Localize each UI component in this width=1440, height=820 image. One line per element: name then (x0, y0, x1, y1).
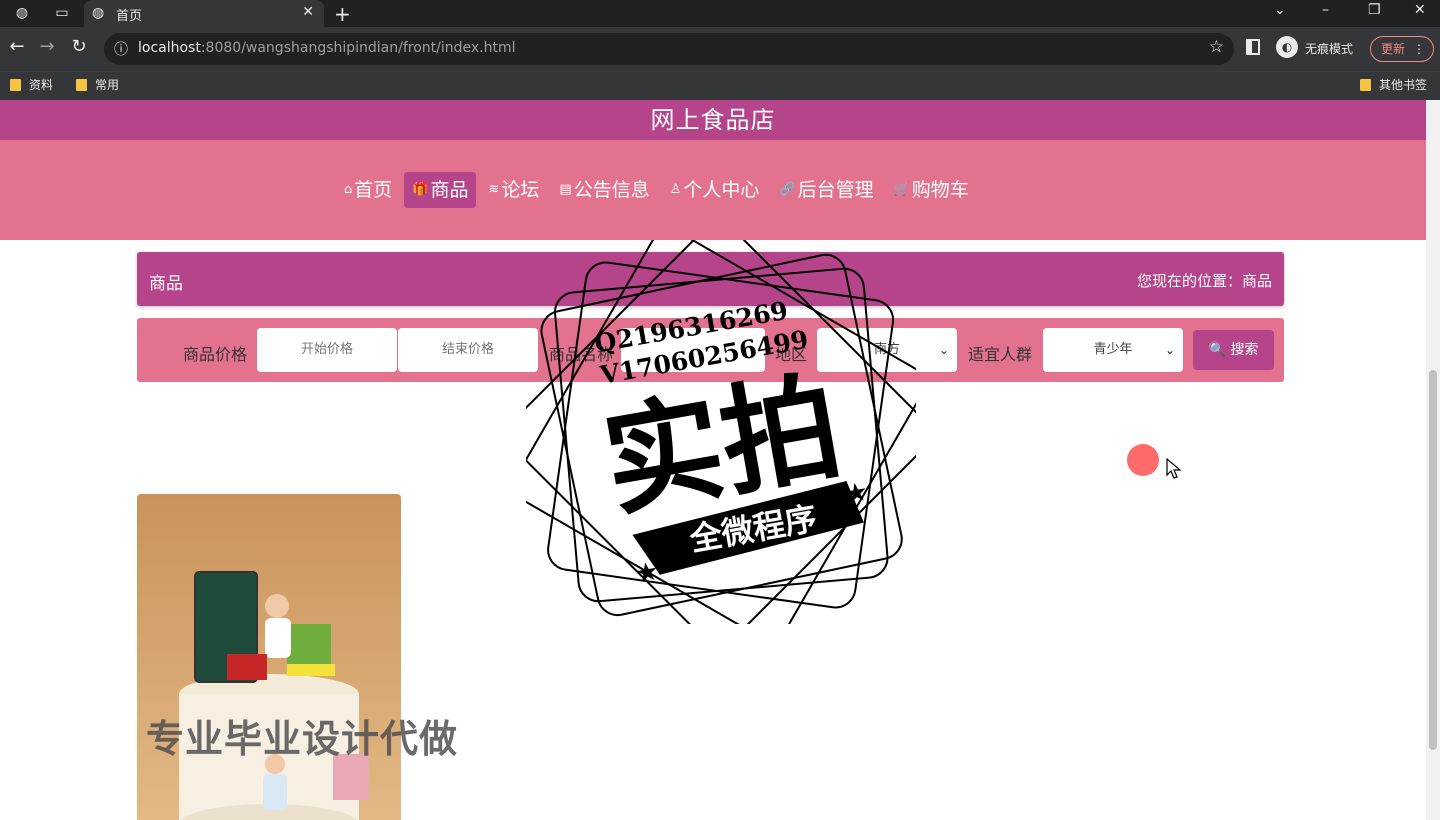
nav-admin[interactable]: 🔗 后台管理 (771, 172, 881, 208)
reload-icon[interactable]: ↻ (68, 36, 90, 57)
bookmark-folder-common[interactable]: 常用 (76, 76, 119, 93)
cart-icon: 🛒 (893, 182, 910, 197)
window-close-icon[interactable]: ✕ (1414, 2, 1426, 18)
folder-icon (1360, 79, 1371, 91)
audience-select[interactable]: 青少年 ⌄ (1043, 328, 1183, 372)
home-icon: ⌂ (344, 182, 353, 197)
star-icon: ★ (842, 477, 870, 511)
scrollbar-thumb[interactable] (1429, 370, 1437, 750)
nav-cart[interactable]: 🛒 购物车 (886, 172, 977, 208)
nav-notices[interactable]: ▤ 公告信息 (551, 172, 657, 208)
bookmark-folder-resources[interactable]: 资料 (10, 76, 53, 93)
incognito-label: 无痕模式 (1305, 42, 1354, 56)
price-label: 商品价格 (183, 345, 248, 364)
tab-title: 首页 (116, 9, 143, 24)
main-nav: ⌂ 首页 🎁 商品 ≋ 论坛 ▤ 公告信息 ♙ 个人中心 🔗 后台管理 🛒 购物车 (0, 140, 1426, 240)
watermark-stamp: Q2196316269 V17060256499 实拍 全微程序 ★ ★ (526, 240, 916, 624)
product-card[interactable] (137, 494, 401, 820)
mouse-cursor-icon (1166, 458, 1182, 479)
browser-tab-bar: ◍ ▭ ◍ 首页 ✕ + ⌄ – ❐ ✕ (0, 0, 1440, 27)
chevron-down-icon: ⌄ (938, 343, 949, 357)
browser-toolbar: ← → ↻ ⓘ localhost:8080/wangshangshipindi… (0, 27, 1440, 71)
nav-home[interactable]: ⌂ 首页 (336, 172, 400, 208)
folder-icon (10, 79, 21, 91)
gift-icon: 🎁 (412, 182, 429, 197)
overlay-caption: 专业毕业设计代做 (146, 717, 459, 761)
new-tab-icon[interactable]: + (334, 2, 351, 26)
price-end-input[interactable] (398, 328, 538, 372)
address-bar[interactable]: ⓘ localhost:8080/wangshangshipindian/fro… (104, 33, 1234, 65)
nav-profile[interactable]: ♙ 个人中心 (662, 172, 768, 208)
incognito-icon[interactable]: ◐ (1276, 36, 1298, 58)
layers-icon: ≋ (488, 182, 500, 197)
bookmarks-bar: 资料 常用 其他书签 (0, 71, 1440, 100)
page-title: 商品 (149, 274, 183, 294)
notice-icon: ▤ (559, 182, 572, 197)
nav-forum[interactable]: ≋ 论坛 (480, 172, 547, 208)
info-icon[interactable]: ⓘ (114, 39, 128, 59)
back-icon[interactable]: ← (6, 36, 28, 57)
user-icon: ♙ (669, 182, 682, 197)
breadcrumb-location: 您现在的位置：商品 (1136, 272, 1272, 290)
price-start-input[interactable] (257, 328, 397, 372)
browser-tab-home[interactable]: ◍ 首页 ✕ (84, 0, 324, 27)
chevron-down-icon[interactable]: ⌄ (1274, 2, 1286, 18)
url-text: localhost:8080/wangshangshipindian/front… (138, 40, 516, 56)
restore-icon[interactable]: ❐ (1368, 2, 1381, 18)
globe-icon[interactable]: ◍ (12, 4, 32, 22)
chevron-down-icon: ⌄ (1164, 343, 1175, 357)
page-scrollbar[interactable] (1426, 100, 1440, 820)
update-button[interactable]: 更新 ⋮ (1370, 36, 1434, 62)
bookmark-folder-other[interactable]: 其他书签 (1360, 76, 1427, 93)
star-icon[interactable]: ☆ (1209, 37, 1224, 57)
folder-icon (76, 79, 87, 91)
close-icon[interactable]: ✕ (302, 4, 314, 20)
menu-dots-icon: ⋮ (1413, 42, 1425, 56)
audience-label: 适宜人群 (968, 345, 1033, 364)
minimize-icon[interactable]: – (1322, 2, 1329, 18)
forward-icon[interactable]: → (36, 36, 58, 57)
search-button[interactable]: 🔍 搜索 (1193, 330, 1274, 370)
tab-search-icon[interactable]: ▭ (52, 4, 72, 22)
page-content: 网上食品店 ⌂ 首页 🎁 商品 ≋ 论坛 ▤ 公告信息 ♙ 个人中心 🔗 后台管理 🛒 购物车… (0, 100, 1440, 820)
product-image (137, 494, 401, 820)
globe-icon: ◍ (92, 5, 105, 21)
site-title: 网上食品店 (0, 100, 1426, 140)
search-icon: 🔍 (1208, 342, 1226, 358)
link-icon: 🔗 (779, 182, 796, 197)
side-panel-icon[interactable] (1246, 39, 1260, 55)
cursor-highlight (1127, 444, 1159, 476)
nav-products[interactable]: 🎁 商品 (404, 172, 477, 208)
